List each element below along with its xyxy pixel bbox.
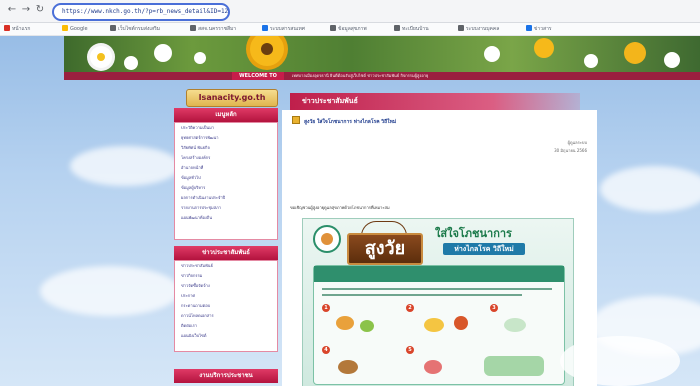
menu-item[interactable]: ข่าวจัดซื้อจัดจ้าง bbox=[175, 281, 277, 291]
news-menu-header: ข่าวประชาสัมพันธ์ bbox=[174, 246, 278, 260]
section-header: ข่าวประชาสัมพันธ์ bbox=[290, 93, 580, 110]
step-badge: 2 bbox=[406, 304, 414, 312]
cloud-decoration bbox=[560, 336, 680, 386]
news-menu: ข่าวประชาสัมพันธ์ ข่าวกิจกรรม ข่าวจัดซื้… bbox=[174, 260, 278, 352]
daisy-flower bbox=[584, 54, 598, 68]
poster-image[interactable]: สูงวัย ใส่ใจโภชนาการ ห่างไกลโรค วิถีใหม่… bbox=[302, 218, 574, 386]
menu-item[interactable]: ประกาศ bbox=[175, 291, 277, 301]
bookmark-icon bbox=[262, 25, 268, 31]
main-menu-header: เมนูหลัก bbox=[174, 108, 278, 122]
menu-item[interactable]: ข่าวประชาสัมพันธ์ bbox=[175, 261, 277, 271]
food-illustration bbox=[504, 318, 526, 332]
menu-item[interactable]: ยุทธศาสตร์การพัฒนา bbox=[175, 133, 277, 143]
menu-item[interactable]: ข้อมูลทั่วไป bbox=[175, 173, 277, 183]
menu-item[interactable]: ข้อมูลผู้บริหาร bbox=[175, 183, 277, 193]
bookmark-item[interactable]: ระบบงานบุคคล bbox=[458, 25, 499, 33]
bookmark-item[interactable]: สสจ.นครราชสีมา bbox=[190, 25, 236, 33]
menu-item[interactable]: กระดานถามตอบ bbox=[175, 301, 277, 311]
poster-intro-band bbox=[314, 266, 564, 282]
step-badge: 1 bbox=[322, 304, 330, 312]
web-page: WELCOME TO เทศบาลเมืองอุดรธานี ยินดีต้อน… bbox=[0, 36, 700, 386]
back-arrow-icon[interactable]: ← bbox=[6, 4, 18, 16]
bookmark-item[interactable]: ข้อมูลสุขภาพ bbox=[330, 25, 367, 33]
food-illustration bbox=[454, 316, 468, 330]
menu-item[interactable]: ดาวน์โหลดเอกสาร bbox=[175, 311, 277, 321]
poster-sign: สูงวัย bbox=[347, 233, 423, 265]
menu-item[interactable]: ติดต่อเรา bbox=[175, 321, 277, 331]
flower-center bbox=[97, 53, 105, 61]
bookmark-item[interactable]: เว็บไซต์กรมส่งเสริม bbox=[110, 25, 160, 33]
sunflower-center bbox=[261, 43, 273, 55]
food-illustration bbox=[484, 356, 544, 376]
step-badge: 4 bbox=[322, 346, 330, 354]
food-illustration bbox=[338, 360, 358, 374]
post-author: ผู้ดูแลระบบ bbox=[567, 140, 587, 145]
daisy-flower bbox=[664, 52, 680, 68]
menu-item[interactable]: แผนพัฒนาท้องถิ่น bbox=[175, 213, 277, 223]
site-logo[interactable]: Isanacity.go.th bbox=[186, 89, 278, 107]
step-badge: 5 bbox=[406, 346, 414, 354]
daisy-flower bbox=[154, 44, 172, 62]
poster-infographic: 1 2 3 4 5 bbox=[313, 265, 565, 385]
bookmark-icon bbox=[394, 25, 400, 31]
bookmark-icon bbox=[190, 25, 196, 31]
bookmark-icon bbox=[526, 25, 532, 31]
step-badge: 3 bbox=[490, 304, 498, 312]
menu-item[interactable]: แผนผังเว็บไซต์ bbox=[175, 331, 277, 341]
daisy-flower bbox=[124, 56, 138, 70]
news-content: สูงวัย ใส่ใจโภชนาการ ห่างไกลโรค วิถีใหม่… bbox=[282, 110, 597, 386]
bookmark-icon bbox=[458, 25, 464, 31]
cloud-decoration bbox=[70, 146, 180, 186]
post-title[interactable]: สูงวัย ใส่ใจโภชนาการ ห่างไกลโรค วิถีใหม่ bbox=[292, 116, 396, 126]
menu-item[interactable]: อำนาจหน้าที่ bbox=[175, 163, 277, 173]
daisy-flower bbox=[194, 52, 206, 64]
bookmark-item[interactable]: หน้าแรก bbox=[4, 25, 30, 33]
marquee-text: เทศบาลเมืองอุดรธานี ยินดีต้อนรับสู่เว็บไ… bbox=[292, 73, 429, 78]
bookmark-icon bbox=[62, 25, 68, 31]
menu-item[interactable]: โครงสร้างองค์กร bbox=[175, 153, 277, 163]
post-lead: ขอเชิญชวนผู้สูงอายุดูแลสุขภาพด้วยโภชนากา… bbox=[290, 205, 390, 210]
bookmark-item[interactable]: ระบบสารสนเทศ bbox=[262, 25, 305, 33]
food-illustration bbox=[336, 316, 354, 330]
sunflower bbox=[624, 42, 646, 64]
daisy-flower bbox=[484, 46, 500, 62]
food-illustration bbox=[360, 320, 374, 332]
news-icon bbox=[292, 116, 300, 124]
main-menu: ประวัติความเป็นมา ยุทธศาสตร์การพัฒนา วิส… bbox=[174, 122, 278, 240]
poster-headline: ใส่ใจโภชนาการ bbox=[435, 227, 512, 240]
poster-subline: ห่างไกลโรค วิถีใหม่ bbox=[443, 243, 525, 255]
text-line bbox=[322, 288, 552, 290]
bookmark-item[interactable]: ทะเบียนบ้าน bbox=[394, 25, 429, 33]
text-line bbox=[322, 294, 522, 296]
bookmark-item[interactable]: ข่าวสาร bbox=[526, 25, 552, 33]
url-input[interactable]: https://www.nkch.go.th/?p=rb_news_detail… bbox=[52, 3, 230, 21]
browser-address-bar: ← → ↻ https://www.nkch.go.th/?p=rb_news_… bbox=[0, 0, 700, 23]
menu-item[interactable]: ข่าวกิจกรรม bbox=[175, 271, 277, 281]
header-banner-image bbox=[64, 36, 700, 72]
cloud-decoration bbox=[600, 166, 700, 212]
menu-item[interactable]: ผลการดำเนินงานประจำปี bbox=[175, 193, 277, 203]
cloud-decoration bbox=[40, 266, 180, 316]
food-illustration bbox=[424, 318, 444, 332]
post-date: 30 มิถุนายน 2566 bbox=[554, 148, 587, 153]
bookmark-icon bbox=[330, 25, 336, 31]
menu-item[interactable]: วิสัยทัศน์ พันธกิจ bbox=[175, 143, 277, 153]
welcome-label: WELCOME TO bbox=[232, 72, 284, 80]
forward-arrow-icon[interactable]: → bbox=[20, 4, 32, 16]
bookmark-icon bbox=[4, 25, 10, 31]
food-illustration bbox=[424, 360, 442, 374]
bookmark-icon bbox=[110, 25, 116, 31]
bookmark-item[interactable]: Google bbox=[62, 25, 88, 33]
seal-icon bbox=[313, 225, 341, 253]
bookmarks-bar: หน้าแรก Google เว็บไซต์กรมส่งเสริม สสจ.น… bbox=[0, 23, 700, 36]
menu-item[interactable]: รายงานการประชุมสภา bbox=[175, 203, 277, 213]
menu-item[interactable]: ประวัติความเป็นมา bbox=[175, 123, 277, 133]
reload-icon[interactable]: ↻ bbox=[34, 4, 46, 16]
sunflower bbox=[534, 38, 554, 58]
service-menu-header: งานบริการประชาชน bbox=[174, 369, 278, 383]
